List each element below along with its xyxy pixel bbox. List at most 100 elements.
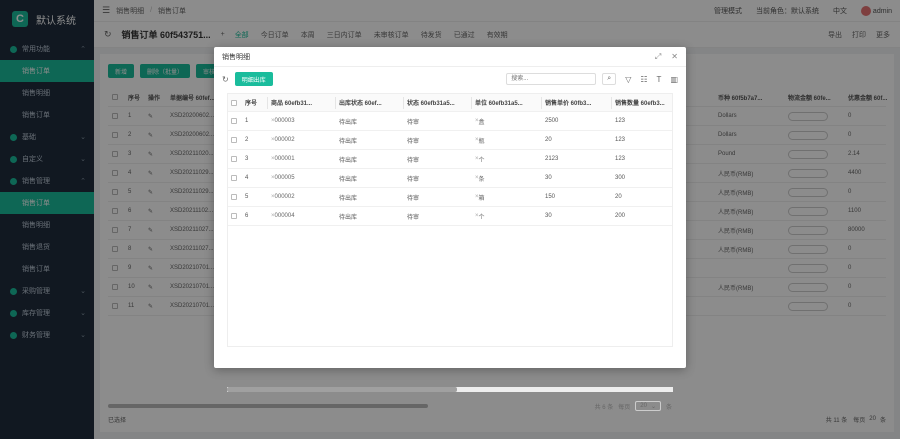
column-divider[interactable] <box>611 97 612 109</box>
column-header[interactable]: 商品 60efb31... <box>268 94 336 111</box>
cell-status[interactable]: 待审 <box>404 150 472 168</box>
cell-out-status[interactable]: 待出库 <box>336 131 404 149</box>
cell-product[interactable]: 000002 <box>268 188 336 206</box>
detail-header-row: 序号 商品 60efb31... 出库状态 60ef... 状态 60efb31a5.… <box>228 94 672 112</box>
cell-qty[interactable]: 123 <box>612 112 672 130</box>
cell-price[interactable]: 2123 <box>542 150 612 168</box>
cell-price[interactable]: 30 <box>542 169 612 187</box>
cell-price[interactable]: 2500 <box>542 112 612 130</box>
fullscreen-icon[interactable]: ⤢ <box>655 52 661 62</box>
row-checkbox[interactable] <box>231 118 237 124</box>
detail-row[interactable]: 4 000005待出库待审条30300 <box>228 169 672 188</box>
page-size-select[interactable]: 20 ⌄ <box>635 401 661 411</box>
search-icon[interactable]: ⌕ <box>602 73 617 85</box>
row-checkbox[interactable] <box>231 194 237 200</box>
refresh-icon[interactable]: ↻ <box>222 75 229 84</box>
cell-qty[interactable]: 20 <box>612 188 672 206</box>
dialog-toolbar: ↻ 明细出库 ⌕ ▽ ☷ T ▥ <box>222 71 678 87</box>
column-header[interactable]: 出库状态 60ef... <box>336 94 404 111</box>
row-select-cell[interactable] <box>228 112 242 130</box>
detail-row[interactable]: 2 000002待出库待审瓶20123 <box>228 131 672 150</box>
cell-out-status[interactable]: 待出库 <box>336 150 404 168</box>
cell-unit[interactable]: 瓶 <box>472 131 542 149</box>
column-header[interactable]: 销售单价 60fb3... <box>542 94 612 111</box>
row-select-cell[interactable] <box>228 169 242 187</box>
row-checkbox[interactable] <box>231 213 237 219</box>
column-header[interactable]: 单位 60efb31a5... <box>472 94 542 111</box>
cell-qty[interactable]: 123 <box>612 150 672 168</box>
column-divider[interactable] <box>267 97 268 109</box>
detail-row[interactable]: 6 000004待出库待审个30200 <box>228 207 672 226</box>
cell-product[interactable]: 000005 <box>268 169 336 187</box>
horizontal-scrollbar[interactable] <box>227 387 673 392</box>
column-divider[interactable] <box>541 97 542 109</box>
detail-row[interactable]: 1 000003待出库待审盒2500123 <box>228 112 672 131</box>
detail-row[interactable]: 3 000001待出库待审个2123123 <box>228 150 672 169</box>
cell-price[interactable]: 150 <box>542 188 612 206</box>
cell-price[interactable]: 30 <box>542 207 612 225</box>
chart-icon[interactable]: ▥ <box>670 75 678 84</box>
filter-icon[interactable]: ▽ <box>625 75 631 84</box>
row-checkbox[interactable] <box>231 156 237 162</box>
scrollbar-thumb[interactable] <box>227 387 457 392</box>
cell-status[interactable]: 待审 <box>404 112 472 130</box>
cell-out-status[interactable]: 待出库 <box>336 188 404 206</box>
sales-detail-dialog: 销售明细 ⤢ ✕ ↻ 明细出库 ⌕ ▽ ☷ T ▥ 序号商品 60efb31..… <box>214 47 686 411</box>
cell-unit[interactable]: 个 <box>472 150 542 168</box>
column-divider[interactable] <box>471 97 472 109</box>
font-size-icon[interactable]: T <box>657 75 662 84</box>
detail-table: 序号 商品 60efb31... 出库状态 60ef... 状态 60efb31a5.… <box>227 93 673 347</box>
select-all-cell[interactable] <box>228 94 242 111</box>
column-header[interactable]: 序号 <box>242 94 268 111</box>
close-icon[interactable]: ✕ <box>671 52 678 61</box>
cell-out-status[interactable]: 待出库 <box>336 207 404 225</box>
cell-no: 5 <box>245 194 249 200</box>
cell-product[interactable]: 000002 <box>268 131 336 149</box>
dialog-header: 销售明细 ⤢ ✕ <box>214 47 686 67</box>
column-settings-icon[interactable]: ☷ <box>640 75 647 84</box>
total-count: 共 6 条 <box>594 404 614 411</box>
per-page-label: 每页 <box>618 404 631 411</box>
detail-row[interactable]: 5 000002待出库待审箱15020 <box>228 188 672 207</box>
column-divider[interactable] <box>403 97 404 109</box>
cell-no: 6 <box>245 213 249 219</box>
dialog-title: 销售明细 <box>222 53 250 61</box>
cell-qty[interactable]: 200 <box>612 207 672 225</box>
row-select-cell[interactable] <box>228 188 242 206</box>
cell-qty[interactable]: 123 <box>612 131 672 149</box>
cell-status[interactable]: 待审 <box>404 188 472 206</box>
cell-price[interactable]: 20 <box>542 131 612 149</box>
select-all-checkbox[interactable] <box>231 99 237 106</box>
cell-no: 1 <box>245 118 249 124</box>
row-select-cell[interactable] <box>228 207 242 225</box>
cell-product[interactable]: 000003 <box>268 112 336 130</box>
cell-qty[interactable]: 300 <box>612 169 672 187</box>
cell-status[interactable]: 待审 <box>404 169 472 187</box>
cell-unit[interactable]: 个 <box>472 207 542 225</box>
cell-unit[interactable]: 盒 <box>472 112 542 130</box>
cell-unit[interactable]: 条 <box>472 169 542 187</box>
cell-status[interactable]: 待审 <box>404 207 472 225</box>
stock-out-button[interactable]: 明细出库 <box>234 72 273 86</box>
cell-out-status[interactable]: 待出库 <box>336 169 404 187</box>
search-input[interactable] <box>506 73 597 85</box>
column-header[interactable]: 销售数量 60efb3... <box>612 94 672 111</box>
cell-product[interactable]: 000001 <box>268 150 336 168</box>
chevron-down-icon: ⌄ <box>650 403 656 410</box>
row-select-cell[interactable] <box>228 131 242 149</box>
page-unit: 条 <box>665 404 672 411</box>
cell-no: 2 <box>245 137 249 143</box>
row-select-cell[interactable] <box>228 150 242 168</box>
cell-product[interactable]: 000004 <box>268 207 336 225</box>
dialog-pagination: 共 6 条 每页 20 ⌄ 条 <box>595 400 672 412</box>
cell-unit[interactable]: 箱 <box>472 188 542 206</box>
cell-no: 4 <box>245 175 249 181</box>
cell-no: 3 <box>245 156 249 162</box>
column-header[interactable]: 状态 60efb31a5... <box>404 94 472 111</box>
cell-status[interactable]: 待审 <box>404 131 472 149</box>
cell-out-status[interactable]: 待出库 <box>336 112 404 130</box>
row-checkbox[interactable] <box>231 137 237 143</box>
row-checkbox[interactable] <box>231 175 237 181</box>
page-size-value: 20 <box>640 403 647 409</box>
column-divider[interactable] <box>335 97 336 109</box>
